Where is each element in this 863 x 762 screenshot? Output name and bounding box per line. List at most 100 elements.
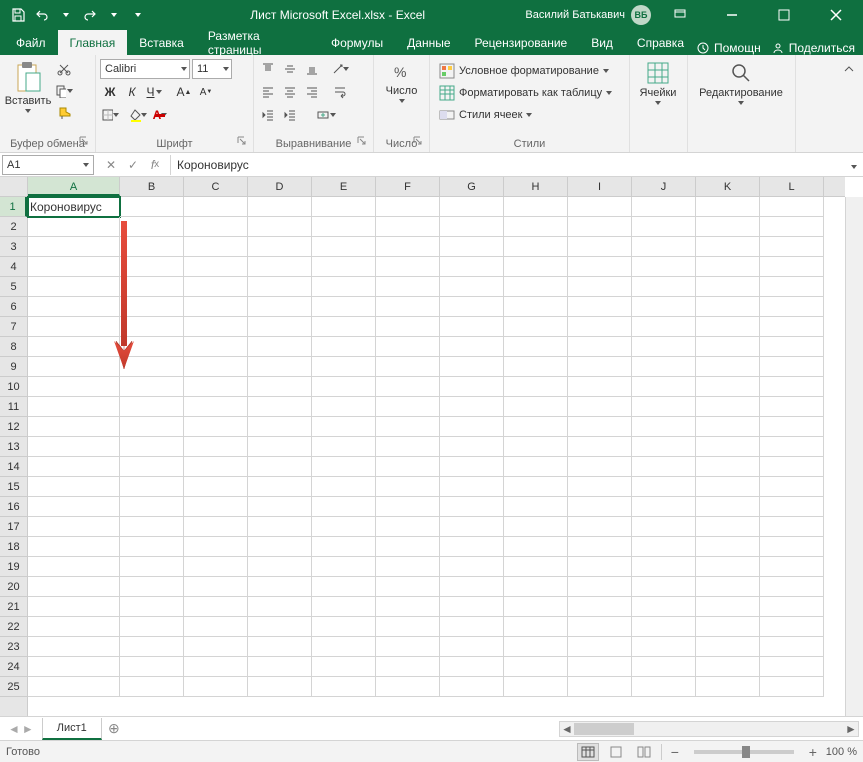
col-header-E[interactable]: E [312,177,376,196]
cell-D3[interactable] [248,237,312,257]
cell-C15[interactable] [184,477,248,497]
row-header-19[interactable]: 19 [0,557,27,577]
cell-F4[interactable] [376,257,440,277]
align-bottom-button[interactable] [302,59,322,79]
cell-E18[interactable] [312,537,376,557]
cell-I3[interactable] [568,237,632,257]
ribbon-options-button[interactable] [657,0,703,30]
cell-H18[interactable] [504,537,568,557]
format-painter-button[interactable] [54,103,74,123]
cell-J6[interactable] [632,297,696,317]
cell-I16[interactable] [568,497,632,517]
cell-F10[interactable] [376,377,440,397]
bold-button[interactable]: Ж [100,82,120,102]
cell-A21[interactable] [28,597,120,617]
cells-button[interactable]: Ячейки [634,59,682,107]
sheet-prev[interactable]: ◄ [8,722,20,736]
cell-J8[interactable] [632,337,696,357]
zoom-slider[interactable] [694,750,794,754]
cell-H22[interactable] [504,617,568,637]
cell-G16[interactable] [440,497,504,517]
cell-K15[interactable] [696,477,760,497]
cell-B16[interactable] [120,497,184,517]
cell-E22[interactable] [312,617,376,637]
hscroll-thumb[interactable] [574,723,634,735]
cell-I14[interactable] [568,457,632,477]
merge-button[interactable] [308,105,344,125]
cell-K4[interactable] [696,257,760,277]
align-center-button[interactable] [280,82,300,102]
cell-H11[interactable] [504,397,568,417]
cells-area[interactable]: Короновирус [28,197,845,716]
col-header-G[interactable]: G [440,177,504,196]
cell-G6[interactable] [440,297,504,317]
cell-K10[interactable] [696,377,760,397]
cell-E3[interactable] [312,237,376,257]
cell-G22[interactable] [440,617,504,637]
save-button[interactable] [6,3,30,27]
tab-file[interactable]: Файл [4,30,58,55]
tab-formulas[interactable]: Формулы [319,30,395,55]
cell-E6[interactable] [312,297,376,317]
cell-E13[interactable] [312,437,376,457]
cell-D25[interactable] [248,677,312,697]
cell-K2[interactable] [696,217,760,237]
cell-A5[interactable] [28,277,120,297]
cell-I19[interactable] [568,557,632,577]
cell-C25[interactable] [184,677,248,697]
row-header-3[interactable]: 3 [0,237,27,257]
collapse-ribbon-button[interactable] [839,59,859,79]
cell-A3[interactable] [28,237,120,257]
cell-L23[interactable] [760,637,824,657]
cell-F3[interactable] [376,237,440,257]
font-size-combo[interactable]: 11 [192,59,232,79]
cell-K17[interactable] [696,517,760,537]
cell-C7[interactable] [184,317,248,337]
cell-C23[interactable] [184,637,248,657]
sheet-tab-1[interactable]: Лист1 [42,718,102,740]
cell-A11[interactable] [28,397,120,417]
row-header-20[interactable]: 20 [0,577,27,597]
cell-H1[interactable] [504,197,568,217]
cell-K16[interactable] [696,497,760,517]
cell-A24[interactable] [28,657,120,677]
cell-K1[interactable] [696,197,760,217]
cell-H7[interactable] [504,317,568,337]
increase-indent-button[interactable] [280,105,300,125]
cell-B14[interactable] [120,457,184,477]
align-top-button[interactable] [258,59,278,79]
cell-E9[interactable] [312,357,376,377]
cell-E7[interactable] [312,317,376,337]
cell-C2[interactable] [184,217,248,237]
row-header-1[interactable]: 1 [0,197,27,217]
cell-D18[interactable] [248,537,312,557]
cell-L4[interactable] [760,257,824,277]
cell-C19[interactable] [184,557,248,577]
cell-A2[interactable] [28,217,120,237]
cell-J11[interactable] [632,397,696,417]
cell-B21[interactable] [120,597,184,617]
cell-L25[interactable] [760,677,824,697]
cell-B15[interactable] [120,477,184,497]
cell-H6[interactable] [504,297,568,317]
cell-D6[interactable] [248,297,312,317]
cell-K5[interactable] [696,277,760,297]
cell-G1[interactable] [440,197,504,217]
row-header-9[interactable]: 9 [0,357,27,377]
cell-I25[interactable] [568,677,632,697]
cell-I8[interactable] [568,337,632,357]
view-page-layout-button[interactable] [605,743,627,761]
cell-J12[interactable] [632,417,696,437]
col-header-H[interactable]: H [504,177,568,196]
cell-I1[interactable] [568,197,632,217]
cell-F1[interactable] [376,197,440,217]
align-middle-button[interactable] [280,59,300,79]
row-header-11[interactable]: 11 [0,397,27,417]
cell-H10[interactable] [504,377,568,397]
cell-E8[interactable] [312,337,376,357]
cell-L12[interactable] [760,417,824,437]
align-left-button[interactable] [258,82,278,102]
cell-H9[interactable] [504,357,568,377]
cell-D11[interactable] [248,397,312,417]
row-header-8[interactable]: 8 [0,337,27,357]
